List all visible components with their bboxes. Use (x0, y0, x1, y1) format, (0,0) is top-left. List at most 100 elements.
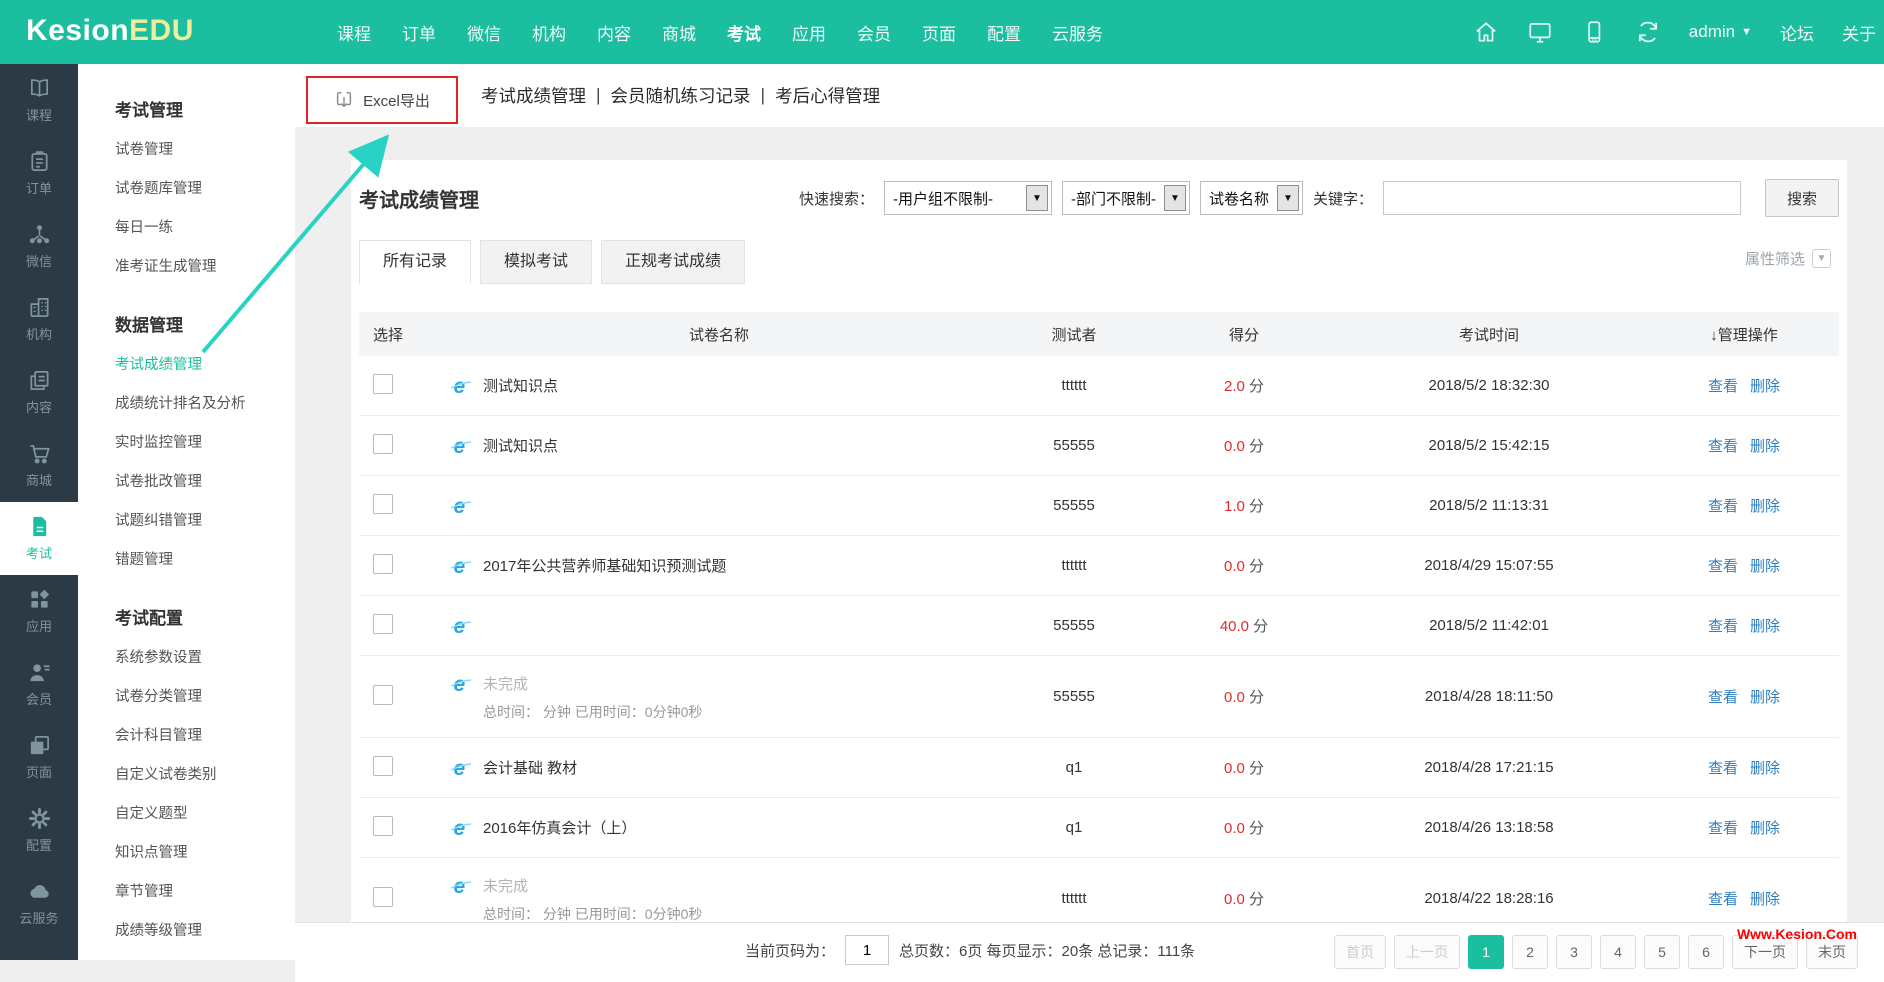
delete-link[interactable]: 删除 (1750, 438, 1780, 455)
page-button[interactable]: 6 (1688, 935, 1724, 969)
view-link[interactable]: 查看 (1708, 438, 1738, 455)
row-checkbox[interactable] (373, 493, 393, 514)
rail-item-members[interactable]: 会员 (0, 648, 78, 721)
delete-link[interactable]: 删除 (1750, 891, 1780, 908)
top-menu-item[interactable]: 考试 (727, 20, 761, 45)
page-button[interactable]: 3 (1556, 935, 1592, 969)
top-menu-item[interactable]: 商城 (662, 20, 696, 45)
view-link[interactable]: 查看 (1708, 689, 1738, 706)
delete-link[interactable]: 删除 (1750, 689, 1780, 706)
top-menu-item[interactable]: 会员 (857, 20, 891, 45)
top-menu-item[interactable]: 微信 (467, 20, 501, 45)
row-checkbox[interactable] (373, 433, 393, 454)
menu-item[interactable]: 会计科目管理 (78, 715, 295, 754)
rail-item-wechat[interactable]: 微信 (0, 210, 78, 283)
forum-link[interactable]: 论坛 (1780, 20, 1814, 45)
view-link[interactable]: 查看 (1708, 558, 1738, 575)
row-checkbox[interactable] (373, 373, 393, 394)
page-button[interactable]: 5 (1644, 935, 1680, 969)
separator: | (596, 85, 601, 105)
mobile-icon[interactable] (1581, 19, 1607, 45)
page-button[interactable]: 4 (1600, 935, 1636, 969)
about-link[interactable]: 关于 (1842, 20, 1876, 45)
ie-icon: e (450, 817, 472, 840)
view-link[interactable]: 查看 (1708, 891, 1738, 908)
desktop-icon[interactable] (1527, 19, 1553, 45)
tab[interactable]: 正规考试成绩 (601, 240, 746, 284)
rail-item-shop[interactable]: 商城 (0, 429, 78, 502)
top-menu-item[interactable]: 云服务 (1052, 20, 1103, 45)
view-link[interactable]: 查看 (1708, 820, 1738, 837)
rail-item-exam[interactable]: 考试 (0, 502, 78, 575)
menu-item[interactable]: 成绩统计排名及分析 (78, 383, 295, 422)
attribute-filter-label: 属性筛选 (1744, 251, 1805, 268)
view-link[interactable]: 查看 (1708, 618, 1738, 635)
row-checkbox[interactable] (373, 815, 393, 836)
view-link[interactable]: 查看 (1708, 498, 1738, 515)
filter-select[interactable]: -部门不限制- ▼ (1061, 181, 1190, 215)
page-button[interactable]: 1 (1468, 935, 1504, 969)
home-icon[interactable] (1473, 19, 1499, 45)
rail-item-organization[interactable]: 机构 (0, 283, 78, 356)
top-menu-item[interactable]: 配置 (987, 20, 1021, 45)
tab[interactable]: 模拟考试 (480, 240, 593, 284)
keyword-input[interactable] (1383, 181, 1741, 215)
current-page-input[interactable] (845, 935, 890, 965)
rail-item-settings[interactable]: 配置 (0, 794, 78, 867)
menu-item[interactable]: 章节管理 (78, 871, 295, 910)
filter-select[interactable]: 试卷名称 ▼ (1199, 181, 1303, 215)
view-link[interactable]: 查看 (1708, 760, 1738, 777)
row-checkbox[interactable] (373, 553, 393, 574)
rail-item-content[interactable]: 内容 (0, 356, 78, 429)
attribute-filter[interactable]: 属性筛选 ▼ (1745, 248, 1831, 269)
rail-item-apps[interactable]: 应用 (0, 575, 78, 648)
row-checkbox[interactable] (373, 755, 393, 776)
menu-item[interactable]: 成绩等级管理 (78, 910, 295, 949)
page-button[interactable]: 2 (1512, 935, 1548, 969)
delete-link[interactable]: 删除 (1750, 378, 1780, 395)
menu-item[interactable]: 错题管理 (78, 539, 295, 578)
tab[interactable]: 所有记录 (359, 240, 472, 284)
row-checkbox[interactable] (373, 886, 393, 907)
menu-item[interactable]: 准考证生成管理 (78, 246, 295, 285)
menu-item[interactable]: 试卷批改管理 (78, 461, 295, 500)
score-value: 1.0 (1223, 498, 1245, 515)
rail-item-pages[interactable]: 页面 (0, 721, 78, 794)
excel-export-button[interactable]: Excel导出 (306, 76, 458, 124)
menu-item[interactable]: 知识点管理 (78, 832, 295, 871)
top-menu-item[interactable]: 内容 (597, 20, 631, 45)
menu-item[interactable]: 试题纠错管理 (78, 500, 295, 539)
menu-item[interactable]: 每日一练 (78, 207, 295, 246)
top-menu-item[interactable]: 课程 (337, 20, 371, 45)
rail-item-cloud[interactable]: 云服务 (0, 867, 78, 940)
header-link[interactable]: 会员随机练习记录 (611, 83, 751, 108)
header-link[interactable]: 考试成绩管理 (481, 83, 586, 108)
top-menu-item[interactable]: 订单 (402, 20, 436, 45)
top-menu-item[interactable]: 机构 (532, 20, 566, 45)
top-menu-item[interactable]: 页面 (922, 20, 956, 45)
header-link[interactable]: 考后心得管理 (775, 83, 880, 108)
user-menu[interactable]: admin ▼ (1689, 22, 1752, 42)
row-checkbox[interactable] (373, 613, 393, 634)
delete-link[interactable]: 删除 (1750, 558, 1780, 575)
top-menu-item[interactable]: 应用 (792, 20, 826, 45)
filter-select[interactable]: -用户组不限制- ▼ (883, 181, 1052, 215)
rail-item-orders[interactable]: 订单 (0, 137, 78, 210)
row-checkbox[interactable] (373, 684, 393, 705)
search-button[interactable]: 搜索 (1765, 179, 1839, 217)
delete-link[interactable]: 删除 (1750, 760, 1780, 777)
refresh-icon[interactable] (1635, 19, 1661, 45)
menu-item[interactable]: 试卷管理 (78, 129, 295, 168)
delete-link[interactable]: 删除 (1750, 618, 1780, 635)
rail-item-courses[interactable]: 课程 (0, 64, 78, 137)
menu-item[interactable]: 自定义试卷类别 (78, 754, 295, 793)
menu-item[interactable]: 系统参数设置 (78, 637, 295, 676)
delete-link[interactable]: 删除 (1750, 498, 1780, 515)
menu-item[interactable]: 考试成绩管理 (78, 344, 295, 383)
delete-link[interactable]: 删除 (1750, 820, 1780, 837)
menu-item[interactable]: 自定义题型 (78, 793, 295, 832)
menu-item[interactable]: 试卷分类管理 (78, 676, 295, 715)
view-link[interactable]: 查看 (1708, 378, 1738, 395)
menu-item[interactable]: 实时监控管理 (78, 422, 295, 461)
menu-item[interactable]: 试卷题库管理 (78, 168, 295, 207)
